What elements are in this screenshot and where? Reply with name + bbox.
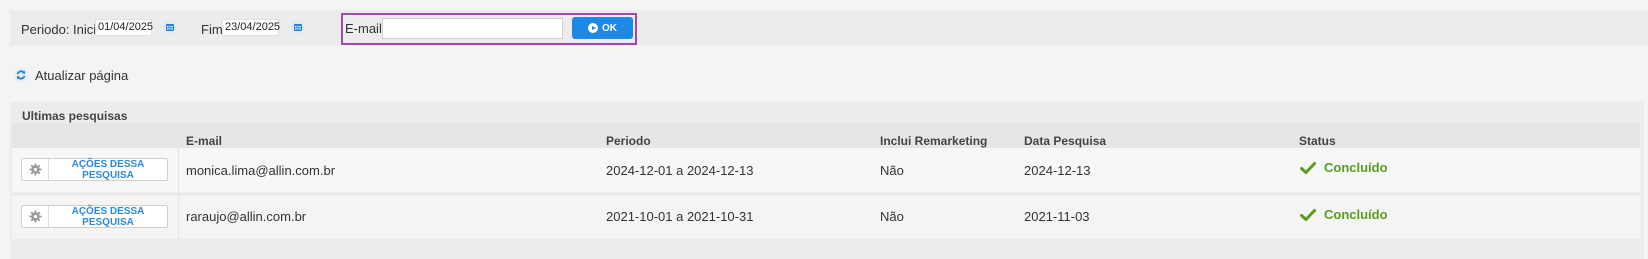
- search-actions-button[interactable]: AÇÕES DESSA PESQUISA: [21, 205, 168, 228]
- gear-icon: [28, 210, 42, 223]
- search-actions-label: AÇÕES DESSA PESQUISA: [71, 158, 145, 181]
- gear-icon-wrap: [22, 159, 49, 180]
- email-label: E-mail: [345, 21, 382, 36]
- end-date-label: Fim: [201, 22, 223, 37]
- row-remarketing: Não: [880, 209, 904, 224]
- status-label: Concluído: [1324, 207, 1388, 222]
- row-periodo: 2024-12-01 a 2024-12-13: [606, 163, 754, 178]
- row-email: monica.lima@allin.com.br: [186, 163, 336, 178]
- search-actions-button[interactable]: AÇÕES DESSA PESQUISA: [21, 158, 168, 181]
- column-header-email: E-mail: [186, 134, 223, 148]
- refresh-link[interactable]: Atualizar página: [13, 67, 128, 83]
- panel-title: Ultimas pesquisas: [22, 109, 128, 123]
- calendar-icon[interactable]: [291, 20, 305, 34]
- table-header: [12, 123, 1640, 148]
- calendar-icon[interactable]: [163, 20, 177, 34]
- row-periodo: 2021-10-01 a 2021-10-31: [606, 209, 754, 224]
- status-badge: Concluído: [1300, 207, 1388, 222]
- row-email: raraujo@allin.com.br: [186, 209, 307, 224]
- gear-icon: [28, 163, 42, 176]
- gear-icon-wrap: [22, 206, 49, 227]
- email-input[interactable]: [382, 18, 563, 39]
- check-icon: [1300, 208, 1316, 221]
- refresh-label: Atualizar página: [35, 67, 129, 83]
- start-date-input[interactable]: 01/04/2025: [95, 19, 153, 36]
- start-date-label: Periodo: Inicio: [21, 22, 104, 37]
- column-header-data: Data Pesquisa: [1024, 134, 1107, 148]
- search-actions-label: AÇÕES DESSA PESQUISA: [71, 205, 145, 228]
- ok-button-label: OK: [602, 22, 617, 34]
- column-header-status: Status: [1299, 134, 1336, 148]
- column-header-remarketing: Inclui Remarketing: [880, 134, 988, 148]
- status-label: Concluído: [1324, 160, 1388, 175]
- row-data: 2024-12-13: [1024, 163, 1091, 178]
- end-date-input[interactable]: 23/04/2025: [222, 19, 280, 36]
- row-remarketing: Não: [880, 163, 904, 178]
- check-icon: [1300, 161, 1316, 174]
- play-icon: [588, 23, 598, 33]
- row-data: 2021-11-03: [1024, 209, 1090, 224]
- ok-button[interactable]: OK: [572, 17, 633, 39]
- status-badge: Concluído: [1300, 160, 1388, 175]
- column-header-periodo: Periodo: [606, 134, 651, 148]
- refresh-icon: [13, 67, 29, 83]
